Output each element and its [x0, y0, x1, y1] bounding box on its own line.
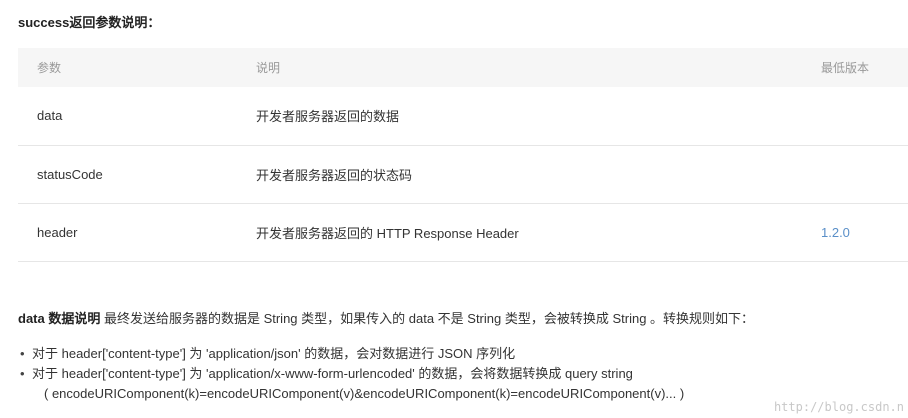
param-name: data — [37, 108, 63, 124]
version-link[interactable]: 1.2.0 — [821, 225, 850, 240]
param-desc: 开发者服务器返回的数据 — [256, 109, 400, 125]
note-text: 最终发送给服务器的数据是 String 类型，如果传入的 data 不是 Str… — [100, 311, 755, 326]
list-item-text: 对于 header['content-type'] 为 'application… — [32, 346, 516, 361]
section-title: success返回参数说明： — [18, 15, 161, 30]
list-item-continuation: ( encodeURIComponent(k)=encodeURICompone… — [44, 386, 685, 401]
conversion-rules-list: 对于 header['content-type'] 为 'application… — [18, 344, 684, 404]
list-item-text: 对于 header['content-type'] 为 'application… — [32, 366, 633, 381]
param-name: header — [37, 224, 78, 240]
param-desc: 开发者服务器返回的 HTTP Response Header — [256, 225, 519, 241]
list-item: 对于 header['content-type'] 为 'application… — [18, 344, 684, 364]
param-desc: 开发者服务器返回的状态码 — [256, 167, 413, 183]
param-version — [821, 87, 908, 145]
param-version — [821, 145, 908, 203]
table-row: data 开发者服务器返回的数据 — [18, 87, 908, 145]
params-table: 参数 说明 最低版本 data 开发者服务器返回的数据 statusCode 开… — [18, 48, 908, 262]
header-version: 最低版本 — [821, 61, 870, 75]
watermark: http://blog.csdn.n — [773, 400, 904, 414]
param-version-cell: 1.2.0 — [821, 203, 908, 261]
param-name: statusCode — [37, 166, 103, 182]
header-desc: 说明 — [256, 61, 281, 75]
header-param: 参数 — [37, 61, 62, 75]
data-note: data 数据说明 最终发送给服务器的数据是 String 类型，如果传入的 d… — [18, 308, 754, 327]
table-row: header 开发者服务器返回的 HTTP Response Header 1.… — [18, 203, 908, 261]
list-item: 对于 header['content-type'] 为 'application… — [18, 364, 684, 404]
table-row: statusCode 开发者服务器返回的状态码 — [18, 145, 908, 203]
note-label: data 数据说明 — [18, 311, 101, 326]
table-header-row: 参数 说明 最低版本 — [18, 48, 908, 87]
